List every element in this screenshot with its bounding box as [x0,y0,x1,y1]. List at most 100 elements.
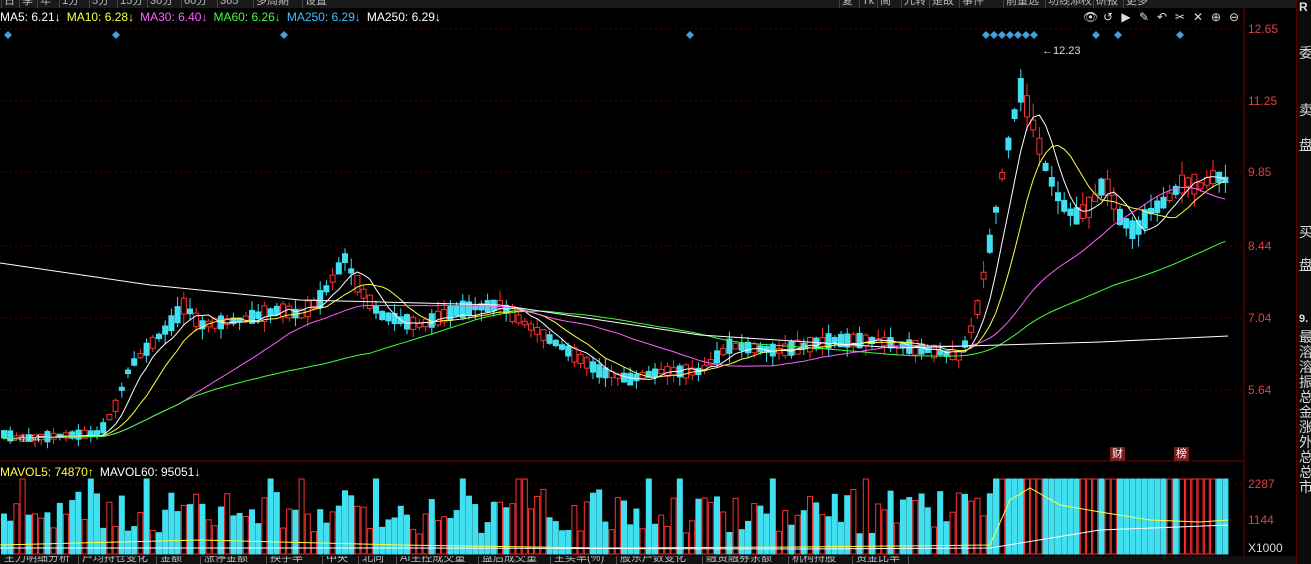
bottom-tab-11[interactable]: 融资融券余额 [706,556,772,564]
volume-bar [683,532,689,555]
candle [187,308,193,315]
bottom-tab-12[interactable]: 机构持股 [792,556,836,564]
bottom-tab-4[interactable]: 换手率 [270,556,303,564]
bottom-tab-9[interactable]: 主买率(%) [554,556,604,564]
bottom-tab-0[interactable]: 主力明细分析 [4,556,70,564]
volume-bar [652,523,658,555]
volume-bar [714,496,720,555]
volume-bar [267,478,274,555]
volume-bar [1055,478,1061,555]
volume-bar [807,496,813,555]
volume-bar [645,478,652,555]
volume-bar [435,519,441,555]
volume-bar [968,500,975,555]
bottom-tab-7[interactable]: AI主控成交量 [400,556,465,564]
volume-bar [286,508,293,555]
candle [323,285,330,293]
candle [652,368,658,377]
candle [540,329,547,341]
volume-bar [162,509,169,555]
candle [1092,193,1099,203]
volume-bar [707,501,714,555]
candle [813,337,820,350]
event-marker [990,31,998,39]
volume-bar [738,529,745,555]
volume-bar [466,495,472,555]
volume-bar [614,497,621,555]
candle [577,353,584,365]
volume-bar [38,517,45,555]
candle [534,326,541,336]
ma5-line [3,114,1226,440]
candle [1011,109,1018,120]
candle [1129,220,1136,240]
volume-bar [354,505,361,555]
candle [385,312,392,322]
price-tick: 11.25 [1248,94,1278,108]
vol-legend-item-1: MAVOL60: 95051↓ [99,465,201,479]
event-marker [1176,31,1184,39]
event-marker [280,31,288,39]
side-wei: 委 [1299,45,1311,61]
volume-bar [583,501,590,555]
event-marker [1014,31,1022,39]
volume-bar [13,503,20,555]
volume-bar [1141,478,1148,555]
volume-bar [664,525,671,555]
candle [999,172,1006,180]
list-marker[interactable]: 榜 [1174,447,1189,461]
volume-bar [1222,478,1229,555]
volume-bar [608,529,615,555]
volume-bar [385,519,392,555]
volume-bar [187,504,193,555]
candle [453,305,460,317]
volume-bar [633,508,640,555]
volume-bar [149,530,156,555]
candle [354,274,361,293]
bottom-tabs: 主力明细分析 户均持仓变化 金额 涨停金额 换手率 中央 北向 AI主控成交量 盘后成交量 主买率… [0,556,1296,564]
bottom-tab-3[interactable]: 涨停金额 [204,556,248,564]
volume-bar [1154,478,1161,555]
volume-bar [1203,478,1210,555]
volume-bar [125,530,131,555]
volume-bar [478,532,485,555]
volume-bar [676,478,683,555]
price-tick: 7.04 [1248,311,1272,325]
volume-bar [193,493,200,555]
volume-bar [1092,478,1099,555]
volume-bar [627,524,634,555]
candle [738,343,745,351]
bottom-tab-8[interactable]: 盘后成交量 [482,556,537,564]
volume-bar [776,530,782,555]
bottom-tab-6[interactable]: 北向 [362,556,384,564]
volume-bar [56,502,63,555]
volume-bar [540,488,547,555]
volume-bar [50,527,57,555]
volume-bar [794,514,801,555]
candle [1024,95,1030,118]
volume-bar [453,510,460,555]
volume-bar [143,478,150,555]
volume-bar [1117,478,1123,555]
bottom-tab-2[interactable]: 金额 [160,556,182,564]
bottom-tab-5[interactable]: 中央 [326,556,348,564]
volume-bar [1042,478,1049,555]
side-pan2: 盘 [1299,257,1311,273]
candle [1104,178,1111,196]
candle [769,343,776,357]
event-marker [112,31,120,39]
candle [360,288,367,299]
finance-marker[interactable]: 财 [1110,447,1125,461]
volume-bar [224,493,231,555]
side-pan: 盘 [1299,137,1311,153]
volume-bar [850,489,857,555]
candle [106,414,113,421]
volume-bar [273,492,280,555]
bottom-tab-13[interactable]: 资金比率 [856,556,900,564]
bottom-tab-10[interactable]: 股东户数变化 [620,556,686,564]
candle [862,334,869,347]
bottom-tab-1[interactable]: 户均持仓变化 [82,556,148,564]
volume-tick: 1144 [1248,513,1274,527]
volume-bar [931,526,937,555]
volume-bar [75,491,82,555]
